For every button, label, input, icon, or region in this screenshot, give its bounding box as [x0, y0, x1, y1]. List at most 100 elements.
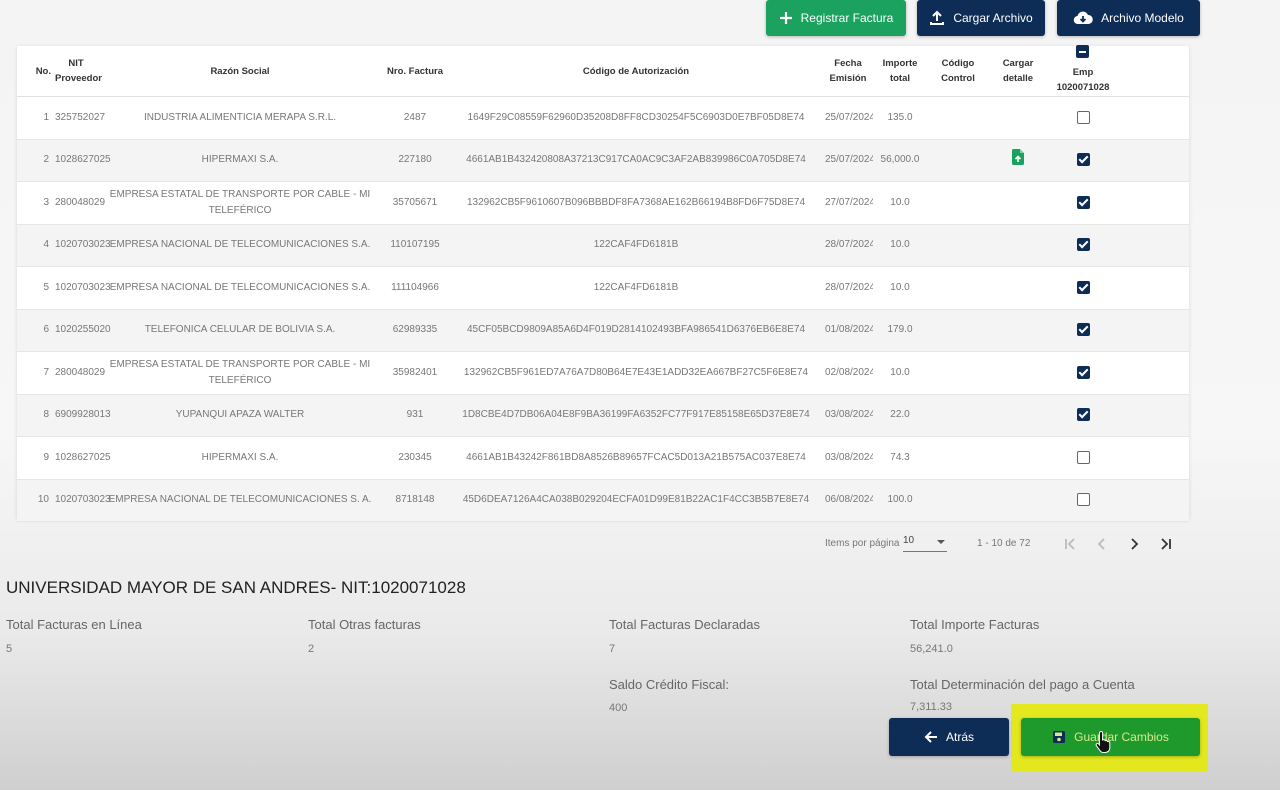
plus-icon — [779, 11, 793, 25]
row-checkbox[interactable] — [1076, 365, 1090, 379]
table-row[interactable]: 9 1028627025 HIPERMAXI S.A. 230345 4661AB1B4… — [17, 436, 1189, 480]
row-nro: 230345 — [381, 436, 449, 480]
row-codigo: 45CF05BCD9809A85A6D4F019D2814102493BFA98… — [449, 309, 823, 352]
row-importe: 100.0 — [873, 479, 927, 522]
arrow-left-icon — [924, 730, 938, 744]
row-no: 4 — [17, 224, 53, 267]
table-row[interactable]: 3 280048029 EMPRESA ESTATAL DE TRANSPORTE … — [17, 181, 1189, 225]
row-importe: 22.0 — [873, 394, 927, 437]
row-nit: 1028627025 — [53, 139, 111, 182]
row-checkbox[interactable] — [1076, 238, 1090, 252]
payment-determination-label: Total Determinación del pago a Cuenta — [910, 677, 1135, 692]
row-checkbox[interactable] — [1076, 450, 1090, 464]
row-razon: HIPERMAXI S.A. — [99, 436, 381, 480]
row-razon: YUPANQUI APAZA WALTER — [99, 394, 381, 437]
row-fecha: 25/07/2024 — [823, 139, 873, 182]
row-nro: 35982401 — [381, 351, 449, 395]
row-control — [927, 224, 989, 267]
row-fecha: 03/08/2024 — [823, 394, 873, 437]
row-codigo: 45D6DEA7126A4CA038B029204ECFA01D99E81B22… — [449, 479, 823, 522]
row-no: 9 — [17, 436, 53, 480]
col-header-nit[interactable]: NIT Proveedor — [53, 46, 102, 97]
row-control — [927, 266, 989, 310]
page-size-select[interactable]: 10 — [903, 535, 947, 552]
row-spacer — [1119, 309, 1189, 352]
register-invoice-label: Registrar Factura — [800, 11, 894, 25]
row-cargar — [989, 351, 1047, 395]
row-codigo: 1649F29C08559F62960D35208D8FF8CD30254F5C… — [449, 96, 823, 140]
row-no: 2 — [17, 139, 53, 182]
row-nit: 6909928013 — [53, 394, 111, 437]
row-checkbox[interactable] — [1076, 195, 1090, 209]
row-nro: 8718148 — [381, 479, 449, 522]
save-changes-label: Guardar Cambios — [1074, 730, 1169, 744]
file-upload-icon[interactable] — [1012, 149, 1024, 171]
row-no: 8 — [17, 394, 53, 437]
items-per-page-label: Items por página — [825, 538, 900, 549]
row-razon: EMPRESA NACIONAL DE TELECOMUNICACIONES S… — [99, 479, 381, 522]
col-header-razon[interactable]: Razón Social — [99, 46, 381, 97]
row-emp — [1047, 266, 1119, 310]
row-checkbox[interactable] — [1076, 153, 1090, 167]
row-control — [927, 436, 989, 480]
row-checkbox[interactable] — [1076, 408, 1090, 422]
col-header-spacer — [1119, 46, 1189, 97]
row-nro: 931 — [381, 394, 449, 437]
col-header-cargar[interactable]: Cargar detalle — [989, 46, 1047, 97]
col-header-fecha[interactable]: Fecha Emisión — [823, 46, 873, 97]
row-fecha: 28/07/2024 — [823, 266, 873, 310]
table-row[interactable]: 5 1020703023 EMPRESA NACIONAL DE TELECOMUN… — [17, 266, 1189, 310]
row-cargar — [989, 96, 1047, 140]
table-row[interactable]: 6 1020255020 TELEFONICA CELULAR DE BOLIVIA… — [17, 309, 1189, 352]
prev-page-icon[interactable] — [1094, 534, 1110, 554]
row-no: 5 — [17, 266, 53, 310]
row-nro: 62989335 — [381, 309, 449, 352]
cloud-download-icon — [1073, 10, 1093, 26]
caret-down-icon — [937, 540, 945, 544]
upload-file-button[interactable]: Cargar Archivo — [917, 0, 1045, 36]
row-cargar — [989, 394, 1047, 437]
row-fecha: 03/08/2024 — [823, 436, 873, 480]
row-no: 3 — [17, 181, 53, 225]
col-header-control[interactable]: Código Control — [927, 46, 989, 97]
row-nit: 325752027 — [53, 96, 105, 140]
row-checkbox[interactable] — [1076, 280, 1090, 294]
upload-file-label: Cargar Archivo — [953, 11, 1033, 25]
row-spacer — [1119, 266, 1189, 310]
col-header-importe[interactable]: Importe total — [873, 46, 927, 97]
table-row[interactable]: 4 1020703023 EMPRESA NACIONAL DE TELECOMUN… — [17, 224, 1189, 267]
table-row[interactable]: 1 325752027 INDUSTRIA ALIMENTICIA MERAPA S… — [17, 96, 1189, 140]
row-fecha: 28/07/2024 — [823, 224, 873, 267]
row-importe: 74.3 — [873, 436, 927, 480]
row-codigo: 1D8CBE4D7DB06A04E8F9BA36199FA6352FC77F91… — [449, 394, 823, 437]
register-invoice-button[interactable]: Registrar Factura — [766, 0, 906, 36]
table-row[interactable]: 2 1028627025 HIPERMAXI S.A. 227180 4661AB1B4… — [17, 139, 1189, 182]
row-control — [927, 479, 989, 522]
row-control — [927, 394, 989, 437]
first-page-icon[interactable] — [1062, 534, 1078, 554]
col-header-no[interactable]: No. — [17, 46, 53, 97]
page-size-value: 10 — [903, 535, 915, 546]
row-cargar — [989, 479, 1047, 522]
row-importe: 10.0 — [873, 224, 927, 267]
row-spacer — [1119, 479, 1189, 522]
table-row[interactable]: 8 6909928013 YUPANQUI APAZA WALTER 931 1D8CB… — [17, 394, 1189, 437]
back-button[interactable]: Atrás — [889, 718, 1009, 756]
table-row[interactable]: 7 280048029 EMPRESA ESTATAL DE TRANSPORTE … — [17, 351, 1189, 395]
col-header-codigo[interactable]: Código de Autorización — [449, 46, 823, 97]
row-checkbox[interactable] — [1076, 110, 1090, 124]
row-nro: 227180 — [381, 139, 449, 182]
last-page-icon[interactable] — [1158, 534, 1174, 554]
select-all-checkbox[interactable] — [1076, 45, 1089, 58]
row-checkbox[interactable] — [1076, 493, 1090, 507]
invoices-table: No. NIT Proveedor Razón Social Nro. Fact… — [17, 45, 1189, 522]
row-spacer — [1119, 224, 1189, 267]
row-checkbox[interactable] — [1076, 323, 1090, 337]
table-row[interactable]: 10 1020703023 EMPRESA NACIONAL DE TELECOMU… — [17, 479, 1189, 522]
row-control — [927, 309, 989, 352]
col-header-nro[interactable]: Nro. Factura — [381, 46, 449, 97]
row-importe: 179.0 — [873, 309, 927, 352]
model-file-button[interactable]: Archivo Modelo — [1057, 0, 1200, 36]
next-page-icon[interactable] — [1126, 534, 1142, 554]
row-fecha: 01/08/2024 — [823, 309, 873, 352]
